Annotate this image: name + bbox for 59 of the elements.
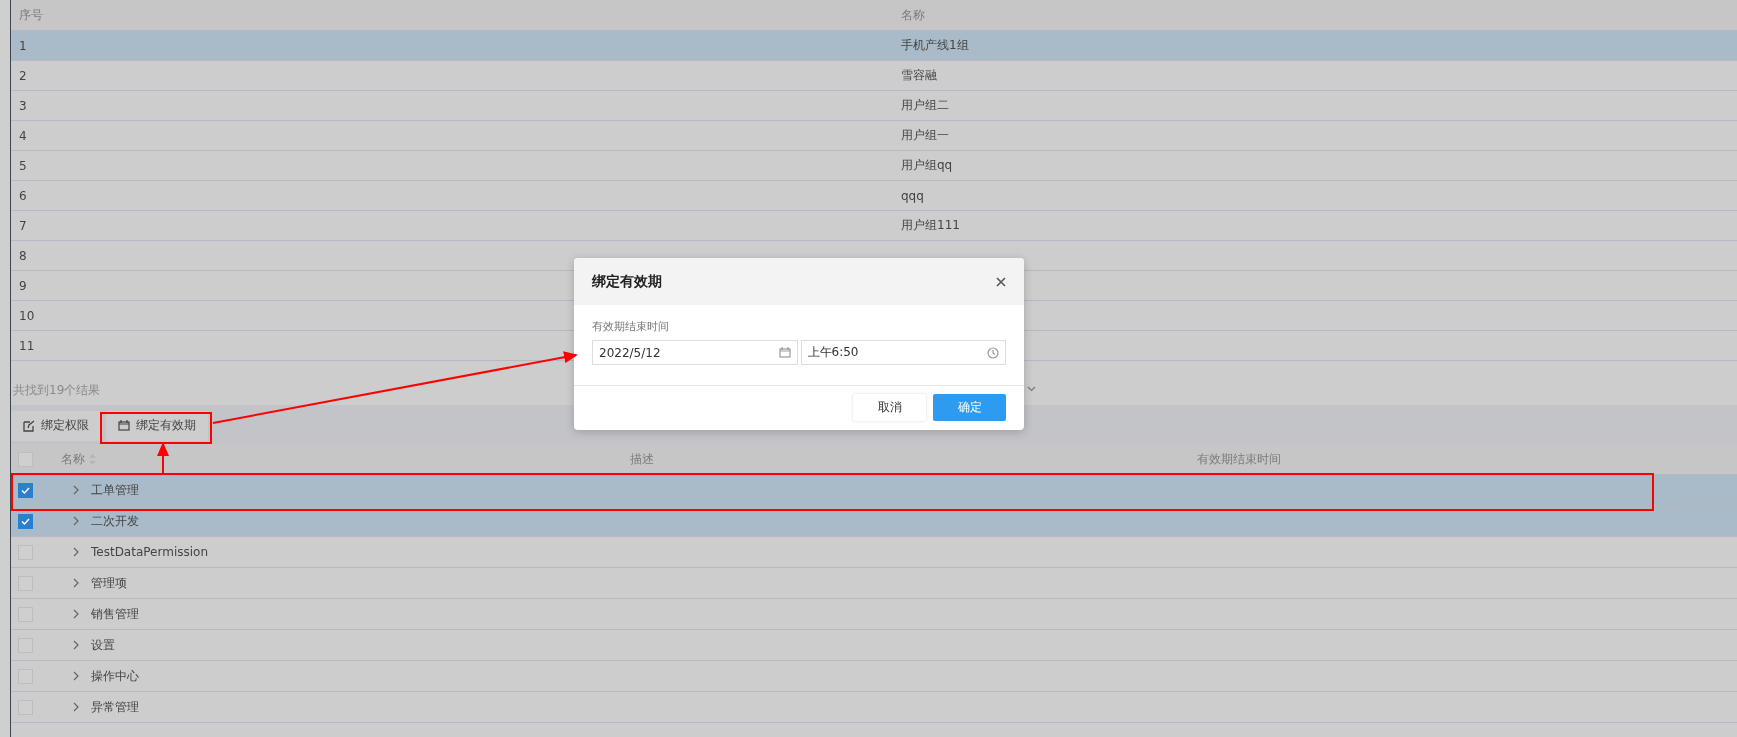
field-label: 有效期结束时间 xyxy=(592,319,670,334)
table-cell-text: 3 xyxy=(18,98,27,113)
table-cell-text: 雪容融 xyxy=(900,67,937,84)
cancel-button[interactable]: 取消 xyxy=(853,394,926,421)
tree-item-label: TestDataPermission xyxy=(91,545,208,559)
chevron-right-icon[interactable] xyxy=(73,609,79,619)
table-cell-text: 6 xyxy=(18,188,27,203)
table-cell-text: 用户组二 xyxy=(900,97,949,114)
table-cell-text: 用户组qq xyxy=(900,157,953,174)
table-cell-text: 7 xyxy=(18,218,27,233)
date-field[interactable]: 2022/5/12 xyxy=(592,340,798,365)
table-cell-text: 用户组111 xyxy=(900,217,960,234)
toolbar-button[interactable]: 绑定权限 xyxy=(11,410,101,441)
tree-item-label: 异常管理 xyxy=(91,698,139,716)
toolbar-button[interactable]: 绑定有效期 xyxy=(106,410,208,441)
time-field[interactable]: 上午6:50 xyxy=(800,340,1006,365)
tree-item-label: 管理项 xyxy=(91,574,127,592)
edit-icon xyxy=(23,419,35,432)
table-cell-text: 用户组一 xyxy=(900,127,949,144)
tree-item-label: 二次开发 xyxy=(91,512,139,530)
clock-icon xyxy=(987,346,999,359)
result-count: 共找到19个结果 xyxy=(13,381,101,399)
chevron-right-icon[interactable] xyxy=(73,516,79,526)
tree-item-label: 设置 xyxy=(91,636,115,654)
table-row[interactable]: 1 手机产线1组 xyxy=(11,31,1737,61)
annotation-arrow xyxy=(157,442,169,475)
table-cell-text: 4 xyxy=(18,128,27,143)
chevron-down-icon[interactable] xyxy=(1027,386,1036,392)
dialog-title: 绑定有效期 xyxy=(592,272,662,291)
row-checkbox[interactable] xyxy=(18,513,33,529)
table-cell-text: 1 xyxy=(18,38,27,53)
column-header: 名称 xyxy=(60,450,85,468)
chevron-right-icon[interactable] xyxy=(73,485,79,495)
chevron-right-icon[interactable] xyxy=(73,671,79,681)
check-icon xyxy=(21,486,30,494)
chevron-right-icon[interactable] xyxy=(73,640,79,650)
table-cell-text: 11 xyxy=(18,338,35,353)
chevron-right-icon[interactable] xyxy=(73,578,79,588)
table-cell-text: 10 xyxy=(18,308,35,323)
row-checkbox[interactable] xyxy=(18,482,33,498)
calendar-icon xyxy=(118,420,130,431)
column-header: 描述 xyxy=(629,450,654,468)
table-cell-text: 8 xyxy=(18,248,27,263)
tree-item-label: 销售管理 xyxy=(91,605,139,623)
chevron-right-icon[interactable] xyxy=(73,547,79,557)
table-cell-text: qqq xyxy=(900,188,924,203)
tree-item-label: 工单管理 xyxy=(91,481,139,499)
table-cell-text: 2 xyxy=(18,68,27,83)
chevron-right-icon[interactable] xyxy=(73,702,79,712)
close-icon[interactable] xyxy=(996,276,1006,287)
calendar-icon xyxy=(778,347,791,358)
table-cell-text: 9 xyxy=(18,278,27,293)
column-header: 有效期结束时间 xyxy=(1196,450,1281,468)
table-cell-text: 5 xyxy=(18,158,27,173)
tree-item-label: 操作中心 xyxy=(91,667,139,685)
column-header: 序号 xyxy=(18,6,43,24)
check-icon xyxy=(21,517,30,525)
column-header: 名称 xyxy=(900,6,925,24)
table-cell-text: 手机产线1组 xyxy=(900,37,969,54)
